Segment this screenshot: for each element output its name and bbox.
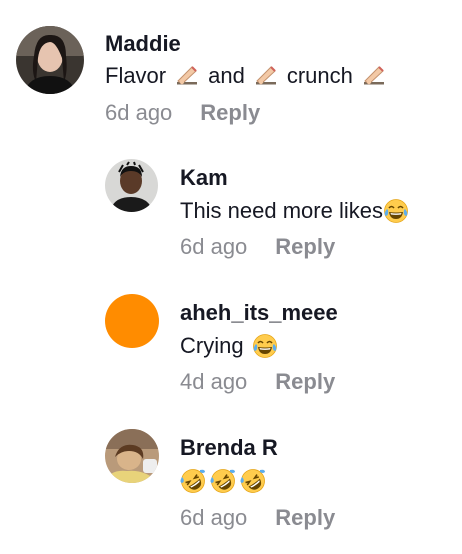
comment-timestamp: 6d ago — [105, 100, 173, 125]
reply-button[interactable]: Reply — [275, 234, 335, 260]
comment-text: Crying — [180, 332, 278, 360]
comment-meta: 6d ago Reply — [180, 234, 335, 260]
avatar[interactable] — [105, 159, 158, 212]
comment-text-part: Flavor — [105, 63, 167, 88]
comment-author[interactable]: Kam — [180, 165, 228, 191]
avatar-photo-maddie — [16, 26, 84, 94]
tears-of-joy-icon — [383, 198, 409, 224]
comment-author[interactable]: aheh_its_meee — [180, 300, 338, 326]
comment-timestamp: 6d ago — [180, 234, 248, 259]
tears-of-joy-icon — [252, 333, 278, 359]
writing-hand-icon — [361, 63, 387, 89]
rofl-icon — [240, 468, 266, 494]
avatar[interactable] — [16, 26, 84, 94]
avatar-photo-kam — [105, 159, 158, 212]
comment-text-body: This need more likes — [180, 198, 383, 223]
avatar[interactable] — [105, 429, 159, 483]
reply-button[interactable]: Reply — [275, 369, 335, 395]
comment-meta: 6d ago Reply — [105, 100, 260, 126]
writing-hand-icon — [174, 63, 200, 89]
comment-brenda-r: Brenda R 6d ago Reply — [0, 410, 462, 554]
comment-aheh-its-meee: aheh_its_meee Crying 4d ago Reply — [0, 275, 462, 410]
comment-timestamp: 6d ago — [180, 505, 248, 530]
comment-text-part: and — [208, 63, 245, 88]
avatar-photo-brenda — [105, 429, 159, 483]
comment-text-part: crunch — [286, 63, 353, 88]
comment-timestamp: 4d ago — [180, 369, 248, 394]
comment-text: This need more likes — [180, 197, 409, 225]
comment-text-body: Crying — [180, 333, 244, 358]
reply-button[interactable]: Reply — [275, 505, 335, 531]
comment-kam: Kam This need more likes 6d ago Reply — [0, 140, 462, 275]
comment-text: Flavor and crunch — [105, 62, 387, 90]
writing-hand-icon — [253, 63, 279, 89]
comment-author[interactable]: Brenda R — [180, 435, 278, 461]
comment-author[interactable]: Maddie — [105, 31, 181, 57]
rofl-icon — [210, 468, 236, 494]
rofl-icon — [180, 468, 206, 494]
comment-meta: 4d ago Reply — [180, 369, 335, 395]
reply-button[interactable]: Reply — [200, 100, 260, 126]
comment-text — [180, 467, 266, 495]
avatar[interactable] — [105, 294, 159, 348]
comment-meta: 6d ago Reply — [180, 505, 335, 531]
comment-maddie: Maddie Flavor and crunch 6d ago Reply — [0, 0, 462, 140]
